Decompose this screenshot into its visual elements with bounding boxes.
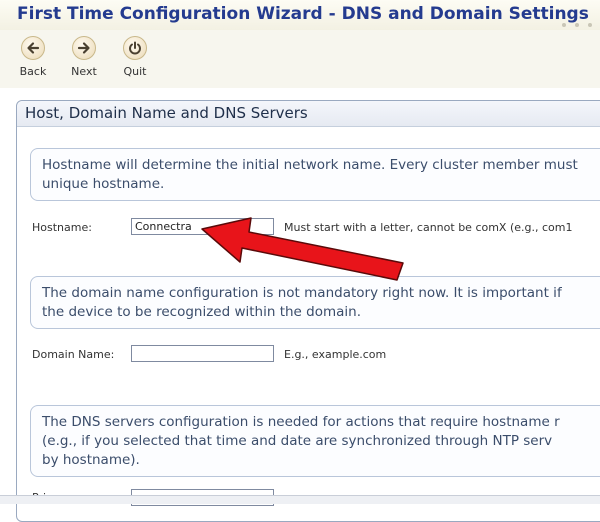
red-arrow-annotation — [201, 217, 404, 281]
